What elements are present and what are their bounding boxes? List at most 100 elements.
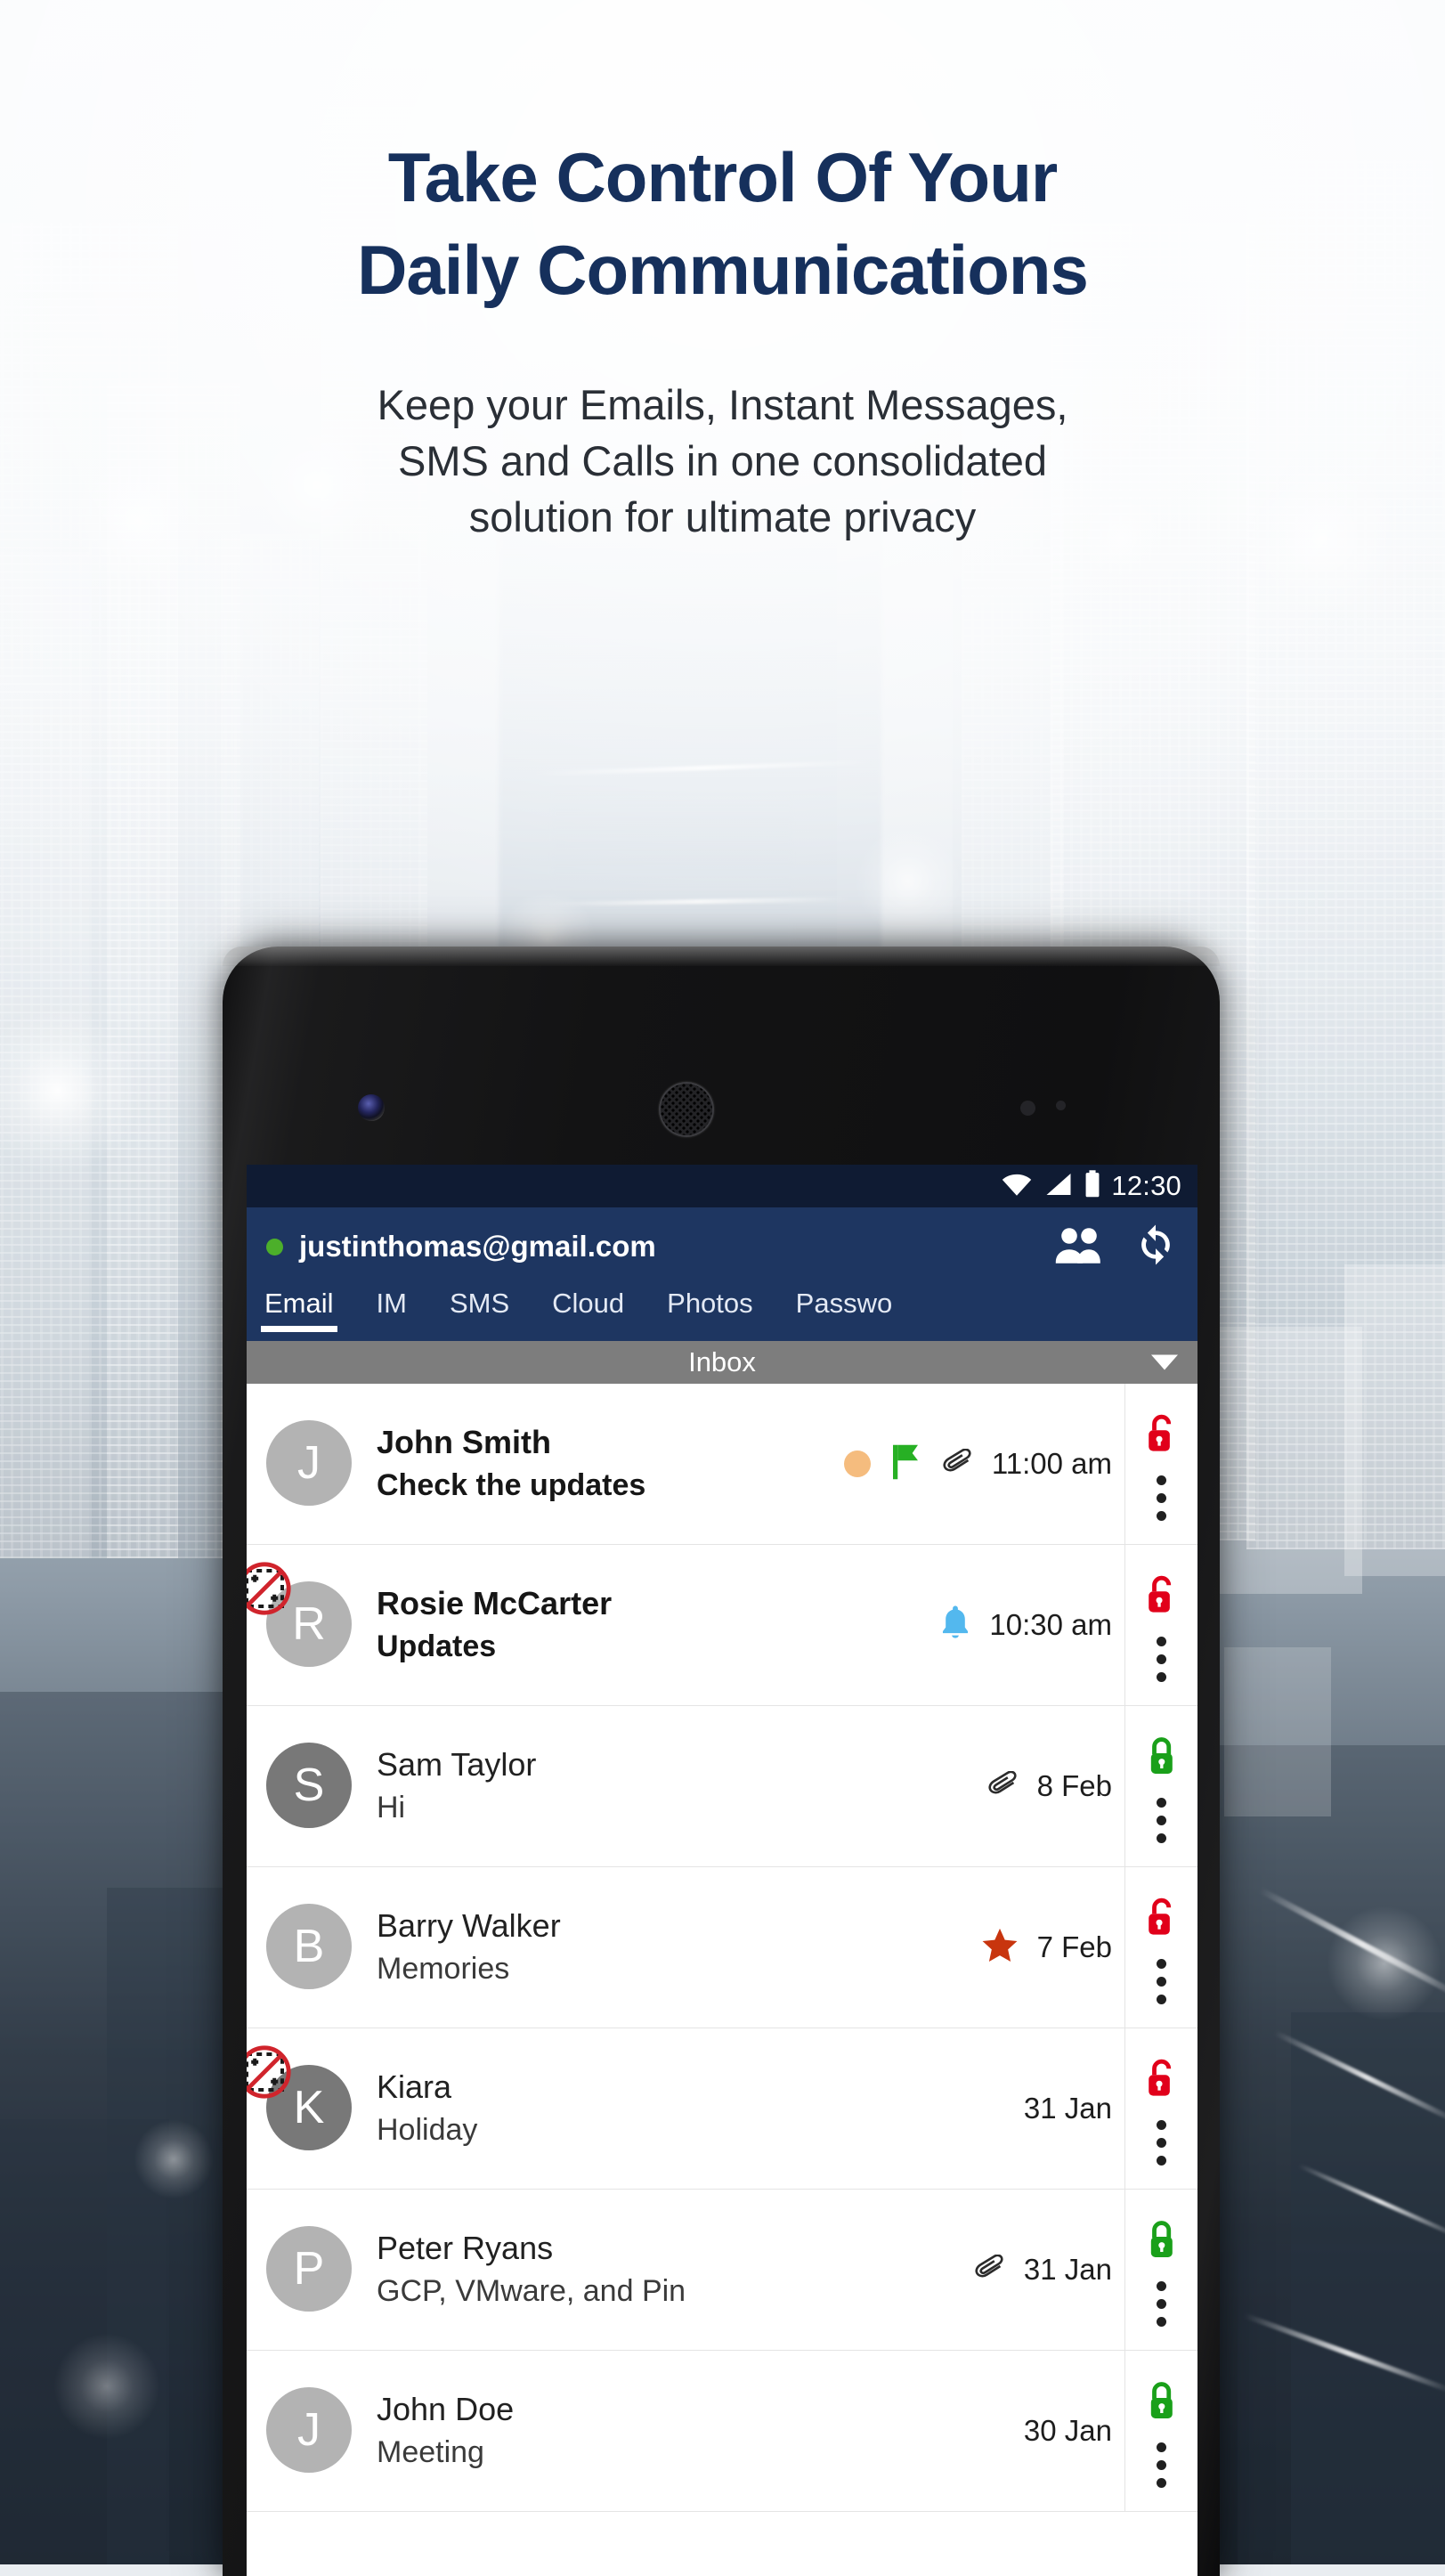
- folder-selector[interactable]: Inbox: [247, 1341, 1197, 1384]
- avatar-initial: S: [266, 1743, 352, 1828]
- tab-photos[interactable]: Photos: [667, 1286, 753, 1320]
- account-email-label: justinthomas@gmail.com: [299, 1230, 656, 1263]
- lock-open-icon[interactable]: [1145, 1573, 1179, 1621]
- sync-icon[interactable]: [1133, 1223, 1178, 1272]
- attachment-icon: [972, 2254, 1006, 2286]
- wifi-icon: [1000, 1171, 1034, 1202]
- account-bar: justinthomas@gmail.com: [247, 1207, 1197, 1286]
- tab-email[interactable]: Email: [261, 1286, 337, 1332]
- kebab-menu-icon[interactable]: [1157, 1798, 1166, 1843]
- email-date: 10:30 am: [989, 1608, 1112, 1641]
- email-text-block: John Doe Meeting: [377, 2390, 1024, 2471]
- email-sender: Kiara: [377, 2068, 452, 2106]
- table-row[interactable]: R Rosie McCarter Updates 10:30 am: [247, 1545, 1197, 1706]
- email-row-actions[interactable]: [1124, 1867, 1197, 2027]
- lock-closed-icon[interactable]: [1147, 1735, 1177, 1782]
- table-row[interactable]: K Kiara Holiday 31 Jan: [247, 2028, 1197, 2190]
- kebab-menu-icon[interactable]: [1157, 2281, 1166, 2327]
- hero-section: Take Control Of Your Daily Communication…: [0, 0, 1445, 546]
- avatar-initial: B: [266, 1904, 352, 1989]
- tab-im[interactable]: IM: [377, 1286, 407, 1320]
- email-row-actions[interactable]: [1124, 1384, 1197, 1544]
- subtitle-line-2: SMS and Calls in one consolidated: [398, 436, 1047, 484]
- email-row-actions[interactable]: [1124, 2028, 1197, 2189]
- email-row-actions[interactable]: [1124, 2190, 1197, 2350]
- table-row[interactable]: J John Doe Meeting 30 Jan: [247, 2351, 1197, 2512]
- front-camera-icon: [358, 1094, 385, 1121]
- email-sender: Barry Walker: [377, 1907, 561, 1945]
- email-subject: Check the updates: [377, 1468, 646, 1503]
- proximity-sensor-icon: [1020, 1101, 1035, 1116]
- email-subject: GCP, VMware, and Pin: [377, 2274, 686, 2309]
- lock-open-icon[interactable]: [1145, 1896, 1179, 1943]
- page-subtitle: Keep your Emails, Instant Messages, SMS …: [0, 378, 1445, 546]
- email-sender: John Smith: [377, 1424, 551, 1461]
- attachment-icon: [940, 1448, 974, 1480]
- subtitle-line-1: Keep your Emails, Instant Messages,: [377, 381, 1068, 428]
- status-bar-clock: 12:30: [1111, 1170, 1181, 1201]
- battery-icon: [1084, 1169, 1101, 1203]
- green-flag-icon[interactable]: [889, 1443, 922, 1485]
- star-icon[interactable]: [980, 1926, 1019, 1970]
- kebab-menu-icon[interactable]: [1157, 1637, 1166, 1682]
- email-sender: Rosie McCarter: [377, 1585, 613, 1622]
- lock-open-icon[interactable]: [1145, 2057, 1179, 2104]
- avatar: K: [247, 2045, 353, 2152]
- lock-closed-icon[interactable]: [1147, 2218, 1177, 2265]
- email-sender: Sam Taylor: [377, 1746, 537, 1784]
- email-text-block: Barry Walker Memories: [377, 1906, 980, 1987]
- kebab-menu-icon[interactable]: [1157, 1959, 1166, 2004]
- email-sender: Peter Ryans: [377, 2230, 554, 2267]
- email-date: 11:00 am: [991, 1447, 1112, 1480]
- avatar-initial: J: [266, 2387, 352, 2473]
- bell-reminder-icon[interactable]: [939, 1604, 971, 1647]
- email-text-block: Peter Ryans GCP, VMware, and Pin: [377, 2229, 972, 2310]
- email-meta: 31 Jan: [972, 2253, 1124, 2287]
- status-bar: 12:30: [247, 1165, 1197, 1207]
- email-date: 31 Jan: [1023, 2092, 1112, 2125]
- avatar: B: [266, 1904, 353, 1991]
- email-subject: Hi: [377, 1791, 406, 1825]
- tab-passwords[interactable]: Passwo: [796, 1286, 893, 1320]
- email-sender: John Doe: [377, 2391, 515, 2428]
- email-meta: 7 Feb: [980, 1926, 1124, 1970]
- avatar: R: [247, 1562, 353, 1669]
- email-subject: Meeting: [377, 2435, 484, 2470]
- headline-line-2: Daily Communications: [357, 231, 1089, 309]
- tab-bar[interactable]: Email IM SMS Cloud Photos Passwo: [247, 1286, 1197, 1341]
- email-subject: Updates: [377, 1629, 497, 1664]
- phone-mockup: 12:30 justinthomas@gmail.com Email IM SM…: [223, 947, 1220, 2576]
- avatar: S: [266, 1743, 353, 1830]
- email-date: 8 Feb: [1036, 1769, 1112, 1802]
- online-status-dot: [266, 1238, 283, 1255]
- email-row-actions[interactable]: [1124, 1545, 1197, 1705]
- email-meta: 10:30 am: [939, 1604, 1124, 1647]
- avatar: P: [266, 2226, 353, 2313]
- category-dot-icon: [843, 1451, 871, 1477]
- lock-closed-icon[interactable]: [1147, 2379, 1177, 2426]
- table-row[interactable]: J John Smith Check the updates 11:00 am: [247, 1384, 1197, 1545]
- email-meta: 31 Jan: [1024, 2092, 1124, 2125]
- table-row[interactable]: P Peter Ryans GCP, VMware, and Pin 31 Ja…: [247, 2190, 1197, 2351]
- email-text-block: Sam Taylor Hi: [377, 1745, 986, 1826]
- email-list[interactable]: J John Smith Check the updates 11:00 am …: [247, 1384, 1197, 2512]
- chevron-down-icon[interactable]: [1151, 1354, 1178, 1370]
- email-row-actions[interactable]: [1124, 2351, 1197, 2511]
- tab-sms[interactable]: SMS: [450, 1286, 509, 1320]
- table-row[interactable]: S Sam Taylor Hi 8 Feb: [247, 1706, 1197, 1867]
- email-date: 31 Jan: [1023, 2253, 1112, 2286]
- tab-cloud[interactable]: Cloud: [552, 1286, 624, 1320]
- email-date: 30 Jan: [1023, 2414, 1112, 2447]
- lock-open-icon[interactable]: [1145, 1412, 1179, 1459]
- headline-line-1: Take Control Of Your: [387, 138, 1058, 216]
- kebab-menu-icon[interactable]: [1157, 1475, 1166, 1521]
- contacts-icon[interactable]: [1053, 1225, 1107, 1269]
- kebab-menu-icon[interactable]: [1157, 2442, 1166, 2488]
- email-text-block: John Smith Check the updates: [377, 1423, 844, 1504]
- no-tracking-blocked-icon: [247, 1560, 293, 1617]
- kebab-menu-icon[interactable]: [1157, 2120, 1166, 2166]
- signal-icon: [1043, 1171, 1074, 1202]
- table-row[interactable]: B Barry Walker Memories 7 Feb: [247, 1867, 1197, 2028]
- avatar: J: [266, 2387, 353, 2474]
- email-row-actions[interactable]: [1124, 1706, 1197, 1866]
